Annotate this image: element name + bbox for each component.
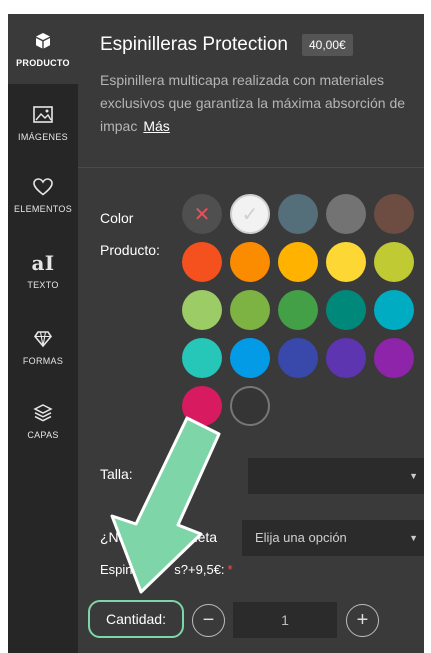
customizer-panel: PRODUCTO IMÁGENES ELEMENTOS aI TEXTO FOR… [8,14,424,653]
sidebar-item-elementos[interactable]: ELEMENTOS [8,174,78,244]
sidebar-item-label: ELEMENTOS [13,204,73,214]
layers-icon [30,400,56,426]
close-icon: ✕ [193,202,211,226]
color-swatch-cyan[interactable] [374,290,414,330]
chevron-down-icon: ▼ [409,471,418,481]
espinilleras-label: Espinil s?+9,5€: * [100,562,233,577]
chevron-down-icon: ▼ [409,533,418,543]
color-label-line1: Color [100,210,134,226]
color-swatch-lime[interactable] [374,242,414,282]
cantidad-label: Cantidad: [88,600,184,638]
color-swatch-yellow[interactable] [326,242,366,282]
necesita-label-start: ¿Ne [100,529,127,545]
cube-icon [30,28,56,54]
color-swatch-amber[interactable] [278,242,318,282]
color-label: Color Producto: [100,202,160,266]
color-swatch-white[interactable]: ✓ [230,194,270,234]
sidebar-item-label: TEXTO [27,280,59,290]
color-swatch-green[interactable] [230,290,270,330]
color-label-line2: Producto: [100,242,160,258]
check-icon: ✓ [241,202,259,226]
espinilleras-label-end: s?+9,5€: [174,562,225,577]
color-swatch-sky-blue[interactable] [230,338,270,378]
diamond-icon [30,326,56,352]
color-swatch-turquoise[interactable] [182,338,222,378]
divider [78,167,424,168]
talla-label: Talla: [100,466,133,482]
required-asterisk: * [227,562,233,577]
product-title: Espinilleras Protection [100,34,288,55]
color-swatch-teal[interactable] [326,290,366,330]
sidebar-item-label: IMÁGENES [18,132,68,142]
color-swatch-black[interactable] [230,386,270,426]
sidebar-item-producto[interactable]: PRODUCTO [8,14,78,84]
necesita-label-end: ieta [194,529,218,545]
sidebar-item-capas[interactable]: CAPAS [8,400,78,470]
quantity-input[interactable] [233,602,337,638]
sidebar-item-label: CAPAS [27,430,59,440]
color-swatch-purple[interactable] [374,338,414,378]
color-swatch-red-orange[interactable] [182,242,222,282]
sidebar: PRODUCTO IMÁGENES ELEMENTOS aI TEXTO FOR… [8,14,78,653]
color-swatch-pink[interactable] [182,386,222,426]
product-header: Espinilleras Protection 40,00€ [100,34,353,56]
price-badge: 40,00€ [301,34,353,56]
espinilleras-label-start: Espinil [100,562,139,577]
color-swatch-medium-green[interactable] [278,290,318,330]
more-link[interactable]: Más [143,118,169,134]
color-swatch-orange[interactable] [230,242,270,282]
necesita-select[interactable]: Elija una opción ▼ [242,520,424,556]
decrease-quantity-button[interactable]: − [192,604,225,637]
sidebar-item-imagenes[interactable]: IMÁGENES [8,102,78,172]
color-swatch-light-green[interactable] [182,290,222,330]
sidebar-item-texto[interactable]: aI TEXTO [8,250,78,320]
necesita-select-value: Elija una opción [255,530,347,545]
color-swatch-none[interactable]: ✕ [182,194,222,234]
color-swatch-slate[interactable] [278,194,318,234]
sidebar-item-label: FORMAS [22,356,64,366]
product-description: Espinillera multicapa realizada con mate… [100,69,420,138]
image-icon [30,102,56,128]
product-panel: Espinilleras Protection 40,00€ Espinille… [78,14,424,653]
talla-select[interactable]: ▼ [248,458,424,494]
increase-quantity-button[interactable]: + [346,604,379,637]
color-swatch-indigo[interactable] [278,338,318,378]
heart-icon [30,174,56,200]
color-swatch-gray[interactable] [326,194,366,234]
text-icon: aI [31,251,55,275]
sidebar-item-label: PRODUCTO [16,58,70,68]
sidebar-item-formas[interactable]: FORMAS [8,326,78,396]
color-swatch-brown[interactable] [374,194,414,234]
color-swatch-deep-purple[interactable] [326,338,366,378]
necesita-label: ¿Ne ieta [100,529,217,545]
